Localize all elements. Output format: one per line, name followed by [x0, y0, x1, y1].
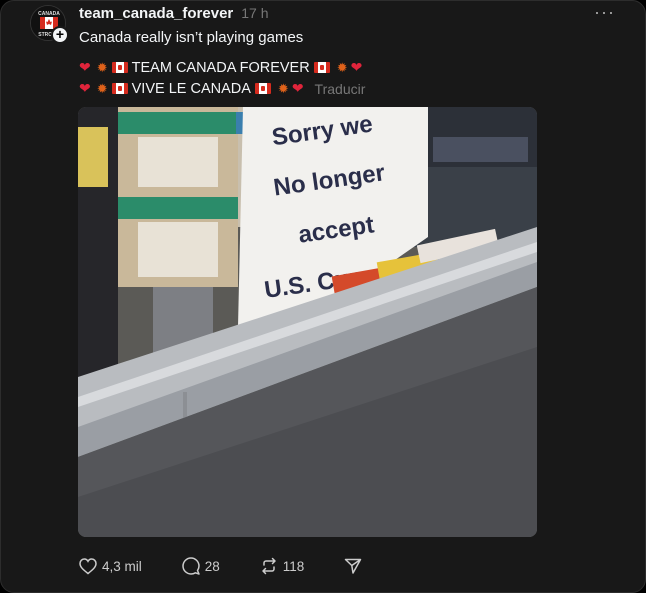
repost-button[interactable]: 118 — [260, 557, 305, 575]
like-button[interactable]: 4,3 mil — [79, 557, 142, 575]
maple-leaf-emoji-icon: ✹ — [277, 80, 289, 96]
reply-icon — [182, 557, 200, 575]
post-card: CANADA STRONG + team_canada_forever 17 h… — [0, 0, 646, 593]
username-link[interactable]: team_canada_forever — [79, 5, 233, 22]
canada-flag-emoji-icon — [254, 83, 271, 94]
translate-link[interactable]: Traducir — [315, 81, 366, 97]
red-heart-emoji-icon: ❤ — [79, 59, 91, 75]
maple-leaf-emoji-icon: ✹ — [336, 59, 348, 75]
canada-flag-emoji-icon — [313, 62, 330, 73]
maple-leaf-emoji-icon: ✹ — [96, 80, 108, 96]
post-text: Canada really isn’t playing games — [79, 29, 304, 46]
maple-leaf-emoji-icon: ✹ — [96, 59, 108, 75]
post-actions: 4,3 mil 28 118 — [79, 557, 402, 575]
canada-flag-emoji-icon — [111, 83, 128, 94]
reply-button[interactable]: 28 — [182, 557, 220, 575]
follow-plus-icon[interactable]: + — [51, 26, 69, 44]
heart-icon — [79, 557, 97, 574]
avatar-text-top: CANADA — [38, 11, 60, 17]
post-line-1: ❤ ✹ TEAM CANADA FOREVER ✹ ❤ — [79, 59, 365, 76]
post-line-2-text: VIVE LE CANADA — [131, 80, 251, 97]
post-line-1-text: TEAM CANADA FOREVER — [131, 59, 310, 76]
post-image[interactable]: Sorry we No longer accept U.S. Currency — [78, 107, 537, 537]
like-count: 4,3 mil — [102, 558, 142, 574]
post-line-2: ❤ ✹ VIVE LE CANADA ✹ ❤ Traducir — [79, 80, 365, 97]
canada-flag-emoji-icon — [111, 62, 128, 73]
reply-count: 28 — [204, 558, 220, 574]
red-heart-emoji-icon: ❤ — [291, 80, 304, 96]
send-icon — [345, 558, 362, 574]
timestamp[interactable]: 17 h — [241, 5, 268, 21]
share-button[interactable] — [344, 557, 362, 575]
repost-icon — [262, 557, 276, 575]
store-counter-photo: Sorry we No longer accept U.S. Currency — [78, 107, 537, 537]
red-heart-emoji-icon: ❤ — [350, 59, 363, 75]
post-header: team_canada_forever 17 h — [79, 5, 269, 22]
repost-count: 118 — [282, 558, 305, 574]
red-heart-emoji-icon: ❤ — [79, 80, 91, 96]
more-icon[interactable]: ··· — [594, 2, 615, 23]
avatar-container[interactable]: CANADA STRONG + — [30, 5, 69, 44]
